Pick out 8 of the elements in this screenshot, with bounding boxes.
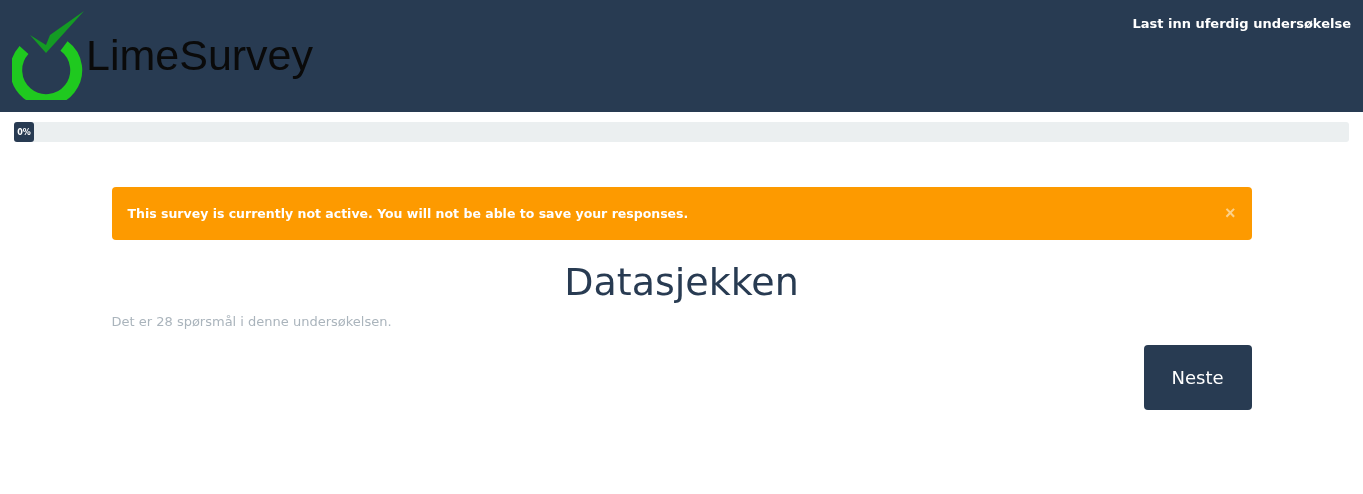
survey-description: Det er 28 spørsmål i denne undersøkelsen. [111,314,393,329]
logo-icon [12,10,84,100]
survey-title: Datasjekken [563,260,800,304]
logo-text: LimeSurvey [86,30,314,80]
next-button[interactable]: Neste [1143,345,1252,410]
progress-label: 0% [17,127,31,137]
alert-message: This survey is currently not active. You will not be able to save your responses. [127,206,689,221]
load-unfinished-link[interactable]: Last inn uferdig undersøkelse [1132,16,1351,31]
